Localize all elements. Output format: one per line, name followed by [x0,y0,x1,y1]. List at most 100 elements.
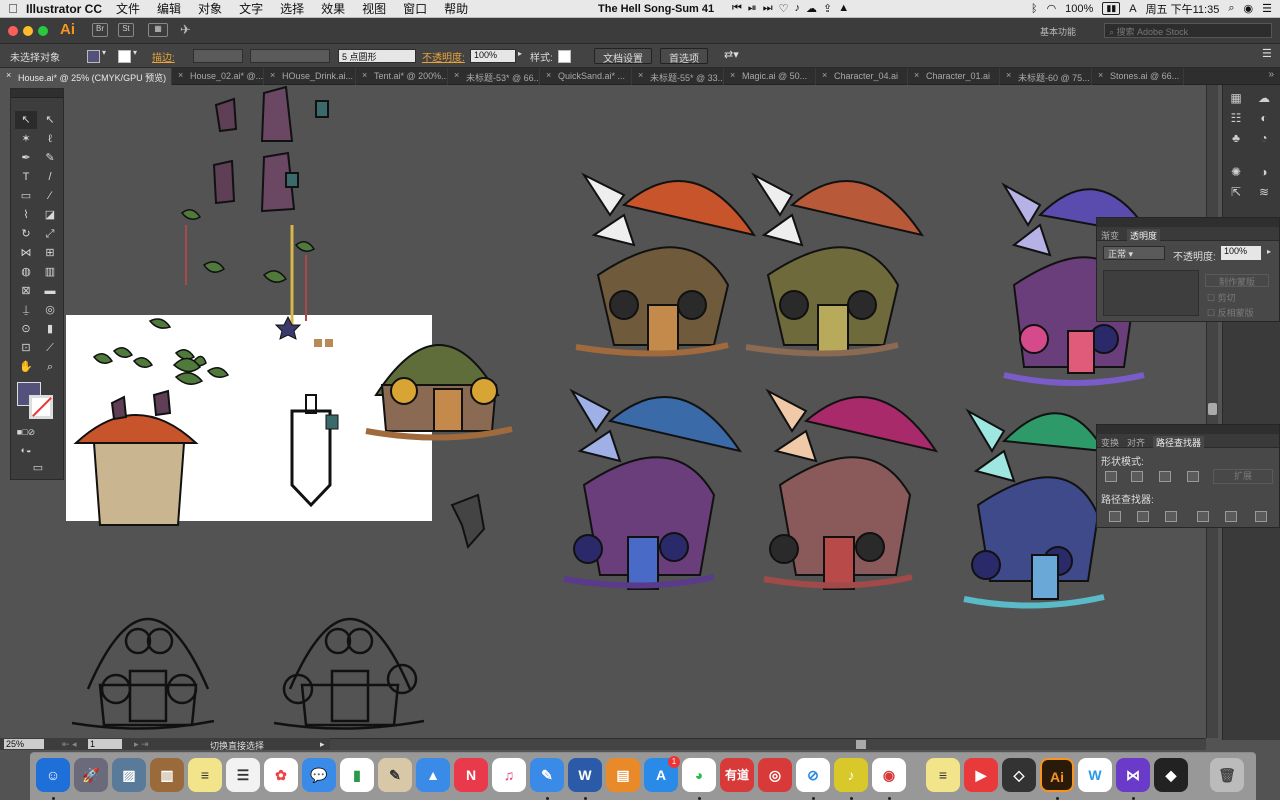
zoom-level-select[interactable]: 25% [4,739,44,749]
tab-transform[interactable]: 变换 [1101,436,1119,449]
play-pause-icon[interactable]: ⏯ [748,2,757,15]
stock-icon[interactable]: St [118,23,134,37]
slice-tool-icon[interactable]: ⟋ [39,339,61,357]
pen-app-icon[interactable]: ✎ [530,758,564,792]
stickies-icon[interactable]: ≡ [188,758,222,792]
close-icon[interactable]: × [914,70,919,80]
word-icon[interactable]: W [568,758,602,792]
chevron-down-icon[interactable]: ▾ [133,48,137,57]
color-guide-panel-icon[interactable]: ✺ [1227,163,1245,181]
reminders-icon[interactable]: ☰ [226,758,260,792]
messages-icon[interactable]: 💬 [302,758,336,792]
asset-export-panel-icon[interactable]: ⇱ [1227,183,1245,201]
divide-button[interactable] [1109,511,1121,522]
next-track-icon[interactable]: ⏭ [763,2,773,15]
wifi-icon[interactable]: ◠ [1047,2,1057,15]
symbols-panel-icon[interactable]: ♣ [1227,129,1245,147]
minimize-window-button[interactable] [23,26,33,36]
previous-track-icon[interactable]: ⏮ [732,2,742,15]
close-icon[interactable]: × [362,70,367,80]
tab-house-02[interactable]: × House_02.ai* @... [172,68,264,85]
properties-panel-icon[interactable]: ☷ [1227,109,1245,127]
panel-header[interactable] [1097,425,1279,434]
artboard-number-select[interactable]: 1 [88,739,122,749]
horizontal-scrollbar[interactable] [330,738,1206,750]
minus-back-button[interactable] [1255,511,1267,522]
tool-hint-text[interactable]: 切换直接选择 [210,739,264,752]
crop-button[interactable] [1197,511,1209,522]
vertical-scrollbar[interactable] [1206,85,1218,738]
panel-menu-icon[interactable]: ☰ [1262,47,1272,60]
fill-color-swatch[interactable] [87,50,100,63]
tab-quicksand[interactable]: × QuickSand.ai* ... [540,68,632,85]
input-source-icon[interactable]: A [1129,3,1136,15]
lyrics-icon[interactable]: ♪ [795,2,801,15]
preview-icon[interactable]: ▨ [112,758,146,792]
paintbrush-tool-icon[interactable]: ∕ [39,187,61,205]
adobe-stock-search-input[interactable]: ⌕ 搜索 Adobe Stock [1104,23,1272,38]
cloud-icon[interactable]: ☁ [806,2,817,15]
close-icon[interactable]: × [1098,70,1103,80]
canvas[interactable] [64,85,1206,738]
mask-thumbnail-area[interactable] [1103,270,1199,316]
music-icon[interactable]: ♫ [492,758,526,792]
opacity-input[interactable]: 100% [470,49,516,63]
books-icon[interactable]: ▤ [606,758,640,792]
lasso-tool-icon[interactable]: ℓ [39,130,61,148]
expand-button[interactable]: 扩展 [1213,469,1273,484]
clock[interactable]: 周五 下午11:35 [1146,1,1220,17]
artboards-panel-icon[interactable]: ▦ [1227,89,1245,107]
tab-tent[interactable]: × Tent.ai* @ 200%... [356,68,448,85]
chrome-icon[interactable]: ◉ [872,758,906,792]
tab-pathfinder[interactable]: 路径查找器 [1153,436,1205,449]
zoom-tool-icon[interactable]: ⌕ [39,358,61,376]
zoom-window-button[interactable] [38,26,48,36]
vertical-scroll-thumb[interactable] [1208,403,1217,415]
close-icon[interactable]: × [822,70,827,80]
variable-width-profile-select[interactable] [250,49,330,63]
type-tool-icon[interactable]: T [15,168,37,186]
blend-tool-icon[interactable]: ◎ [39,301,61,319]
battery-percent[interactable]: 100% [1065,3,1093,15]
app-menu[interactable]: Illustrator CC [26,2,102,16]
close-icon[interactable]: × [1006,70,1011,80]
symbol-sprayer-tool-icon[interactable]: ⊙ [15,320,37,338]
chevron-down-icon[interactable]: ▾ [102,48,106,57]
gpu-performance-icon[interactable]: ✈ [180,22,191,38]
tab-transparency[interactable]: 透明度 [1127,229,1161,242]
menu-effect[interactable]: 效果 [321,0,345,17]
selection-tool-icon[interactable]: ↖ [15,111,37,129]
close-icon[interactable]: × [178,70,183,80]
curvature-tool-icon[interactable]: ✎ [39,149,61,167]
spotlight-search-icon[interactable]: ⌕ [1228,2,1234,15]
perspective-grid-tool-icon[interactable]: ▥ [39,263,61,281]
shaper-tool-icon[interactable]: ⌇ [15,206,37,224]
chevron-right-icon[interactable]: ▸ [518,49,522,58]
opacity-input[interactable]: 100% [1221,246,1261,260]
numbers-icon[interactable]: ▮ [340,758,374,792]
tab-untitled-60[interactable]: × 未标题-60 @ 75... [1000,68,1092,85]
tab-magic[interactable]: × Magic.ai @ 50... [724,68,816,85]
news-icon[interactable]: N [454,758,488,792]
transparency-panel-icon[interactable]: ◐ [1255,109,1273,127]
close-icon[interactable]: × [730,70,735,80]
eyedropper-tool-icon[interactable]: ⍊ [15,301,37,319]
tab-untitled-55[interactable]: × 未标题-55* @ 33... [632,68,724,85]
color-mode-icon[interactable]: ■□⊘ [15,423,37,441]
mesh-tool-icon[interactable]: ⊠ [15,282,37,300]
brush-definition-select[interactable]: 5 点圆形 [338,49,416,63]
menu-object[interactable]: 对象 [198,0,222,17]
bridge-icon[interactable]: Br [92,23,108,37]
illustrator-dock-icon[interactable]: Ai [1040,758,1074,792]
web-app-icon[interactable]: W [1078,758,1112,792]
screen-mode-icon[interactable]: ▭ [27,459,49,477]
unity-hub-icon[interactable]: ◇ [1002,758,1036,792]
eraser-tool-icon[interactable]: ◪ [39,206,61,224]
artboard-nav-arrows[interactable]: ⇤ ◂ [62,739,77,750]
rectangle-tool-icon[interactable]: ▭ [15,187,37,205]
close-icon[interactable]: × [270,70,275,80]
trash-icon[interactable]: 🗑 [1210,758,1244,792]
share-icon[interactable]: ⇪ [823,2,832,15]
wechat-icon[interactable]: ◕ [682,758,716,792]
trim-button[interactable] [1137,511,1149,522]
